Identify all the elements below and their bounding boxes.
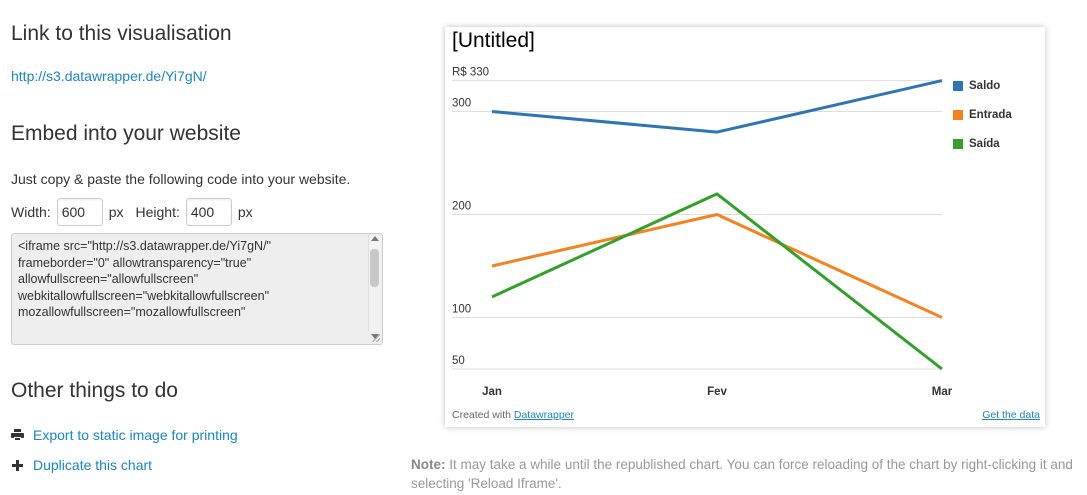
height-unit: px — [237, 204, 253, 220]
print-icon — [11, 429, 24, 441]
legend-swatch — [953, 109, 963, 120]
x-tick-label: Fev — [707, 386, 727, 398]
scroll-thumb[interactable] — [370, 249, 379, 287]
embed-code-textarea[interactable]: <iframe src="http://s3.datawrapper.de/Yi… — [11, 233, 383, 345]
legend-swatch — [953, 138, 963, 149]
export-link[interactable]: Export to static image for printing — [33, 427, 238, 443]
chart-preview: [Untitled] R$ 330 300 200 100 50 Jan Fev Mar Sa… — [445, 27, 1045, 427]
width-unit: px — [108, 204, 124, 220]
other-heading: Other things to do — [11, 379, 178, 402]
x-tick-label: Jan — [482, 386, 502, 398]
embed-scrollbar[interactable] — [368, 235, 381, 339]
legend-label: Saída — [969, 137, 1000, 150]
embed-intro: Just copy & paste the following code int… — [11, 171, 351, 187]
width-input[interactable] — [56, 198, 103, 226]
legend-swatch — [953, 80, 963, 91]
y-tick-label: 100 — [452, 304, 471, 316]
duplicate-action[interactable]: Duplicate this chart — [11, 457, 152, 473]
height-label: Height: — [135, 204, 180, 220]
get-data-link[interactable]: Get the data — [982, 409, 1040, 421]
embed-code-line: webkitallowfullscreen="webkitallowfullsc… — [18, 288, 270, 303]
legend-label: Saldo — [969, 79, 1001, 92]
series-line-saída — [491, 192, 943, 371]
republish-note: Note: It may take a while until the repu… — [411, 455, 1081, 493]
width-label: Width: — [11, 204, 51, 220]
embed-code-line: mozallowfullscreen="mozallowfullscreen" — [18, 305, 246, 320]
chart-legend: Saldo Entrada Saída — [953, 71, 1012, 158]
scroll-up-icon[interactable] — [371, 236, 379, 241]
note-text: It may take a while until the republishe… — [411, 457, 1073, 491]
export-action[interactable]: Export to static image for printing — [11, 427, 238, 443]
note-label: Note: — [411, 457, 446, 472]
duplicate-link[interactable]: Duplicate this chart — [33, 457, 152, 473]
y-tick-label: 50 — [452, 355, 465, 367]
legend-item: Entrada — [953, 100, 1012, 129]
plus-icon — [11, 459, 24, 472]
embed-heading: Embed into your website — [11, 122, 241, 145]
chart-url-link[interactable]: http://s3.datawrapper.de/Yi7gN/ — [11, 68, 207, 84]
footer-created-text: Created with — [452, 409, 511, 421]
y-tick-label: 300 — [452, 98, 471, 110]
height-input[interactable] — [185, 198, 232, 226]
legend-item: Saldo — [953, 71, 1012, 100]
resize-handle-icon[interactable] — [372, 334, 380, 342]
series-line-saldo — [491, 79, 943, 134]
embed-code-line: frameborder="0" allowtransparency="true" — [18, 255, 252, 270]
legend-item: Saída — [953, 129, 1012, 158]
y-tick-label: R$ 330 — [452, 67, 489, 79]
embed-code: <iframe src="http://s3.datawrapper.de/Yi… — [18, 238, 368, 321]
embed-code-line: allowfullscreen="allowfullscreen" — [18, 272, 199, 287]
legend-label: Entrada — [969, 108, 1012, 121]
y-tick-label: 200 — [452, 201, 471, 213]
link-heading: Link to this visualisation — [11, 22, 232, 45]
embed-code-line: <iframe src="http://s3.datawrapper.de/Yi… — [18, 239, 271, 253]
embed-dimensions: Width: px Height: px — [11, 198, 253, 226]
chart-footer-credit: Created with Datawrapper — [452, 409, 574, 421]
x-tick-label: Mar — [932, 386, 953, 398]
datawrapper-link[interactable]: Datawrapper — [514, 409, 574, 421]
